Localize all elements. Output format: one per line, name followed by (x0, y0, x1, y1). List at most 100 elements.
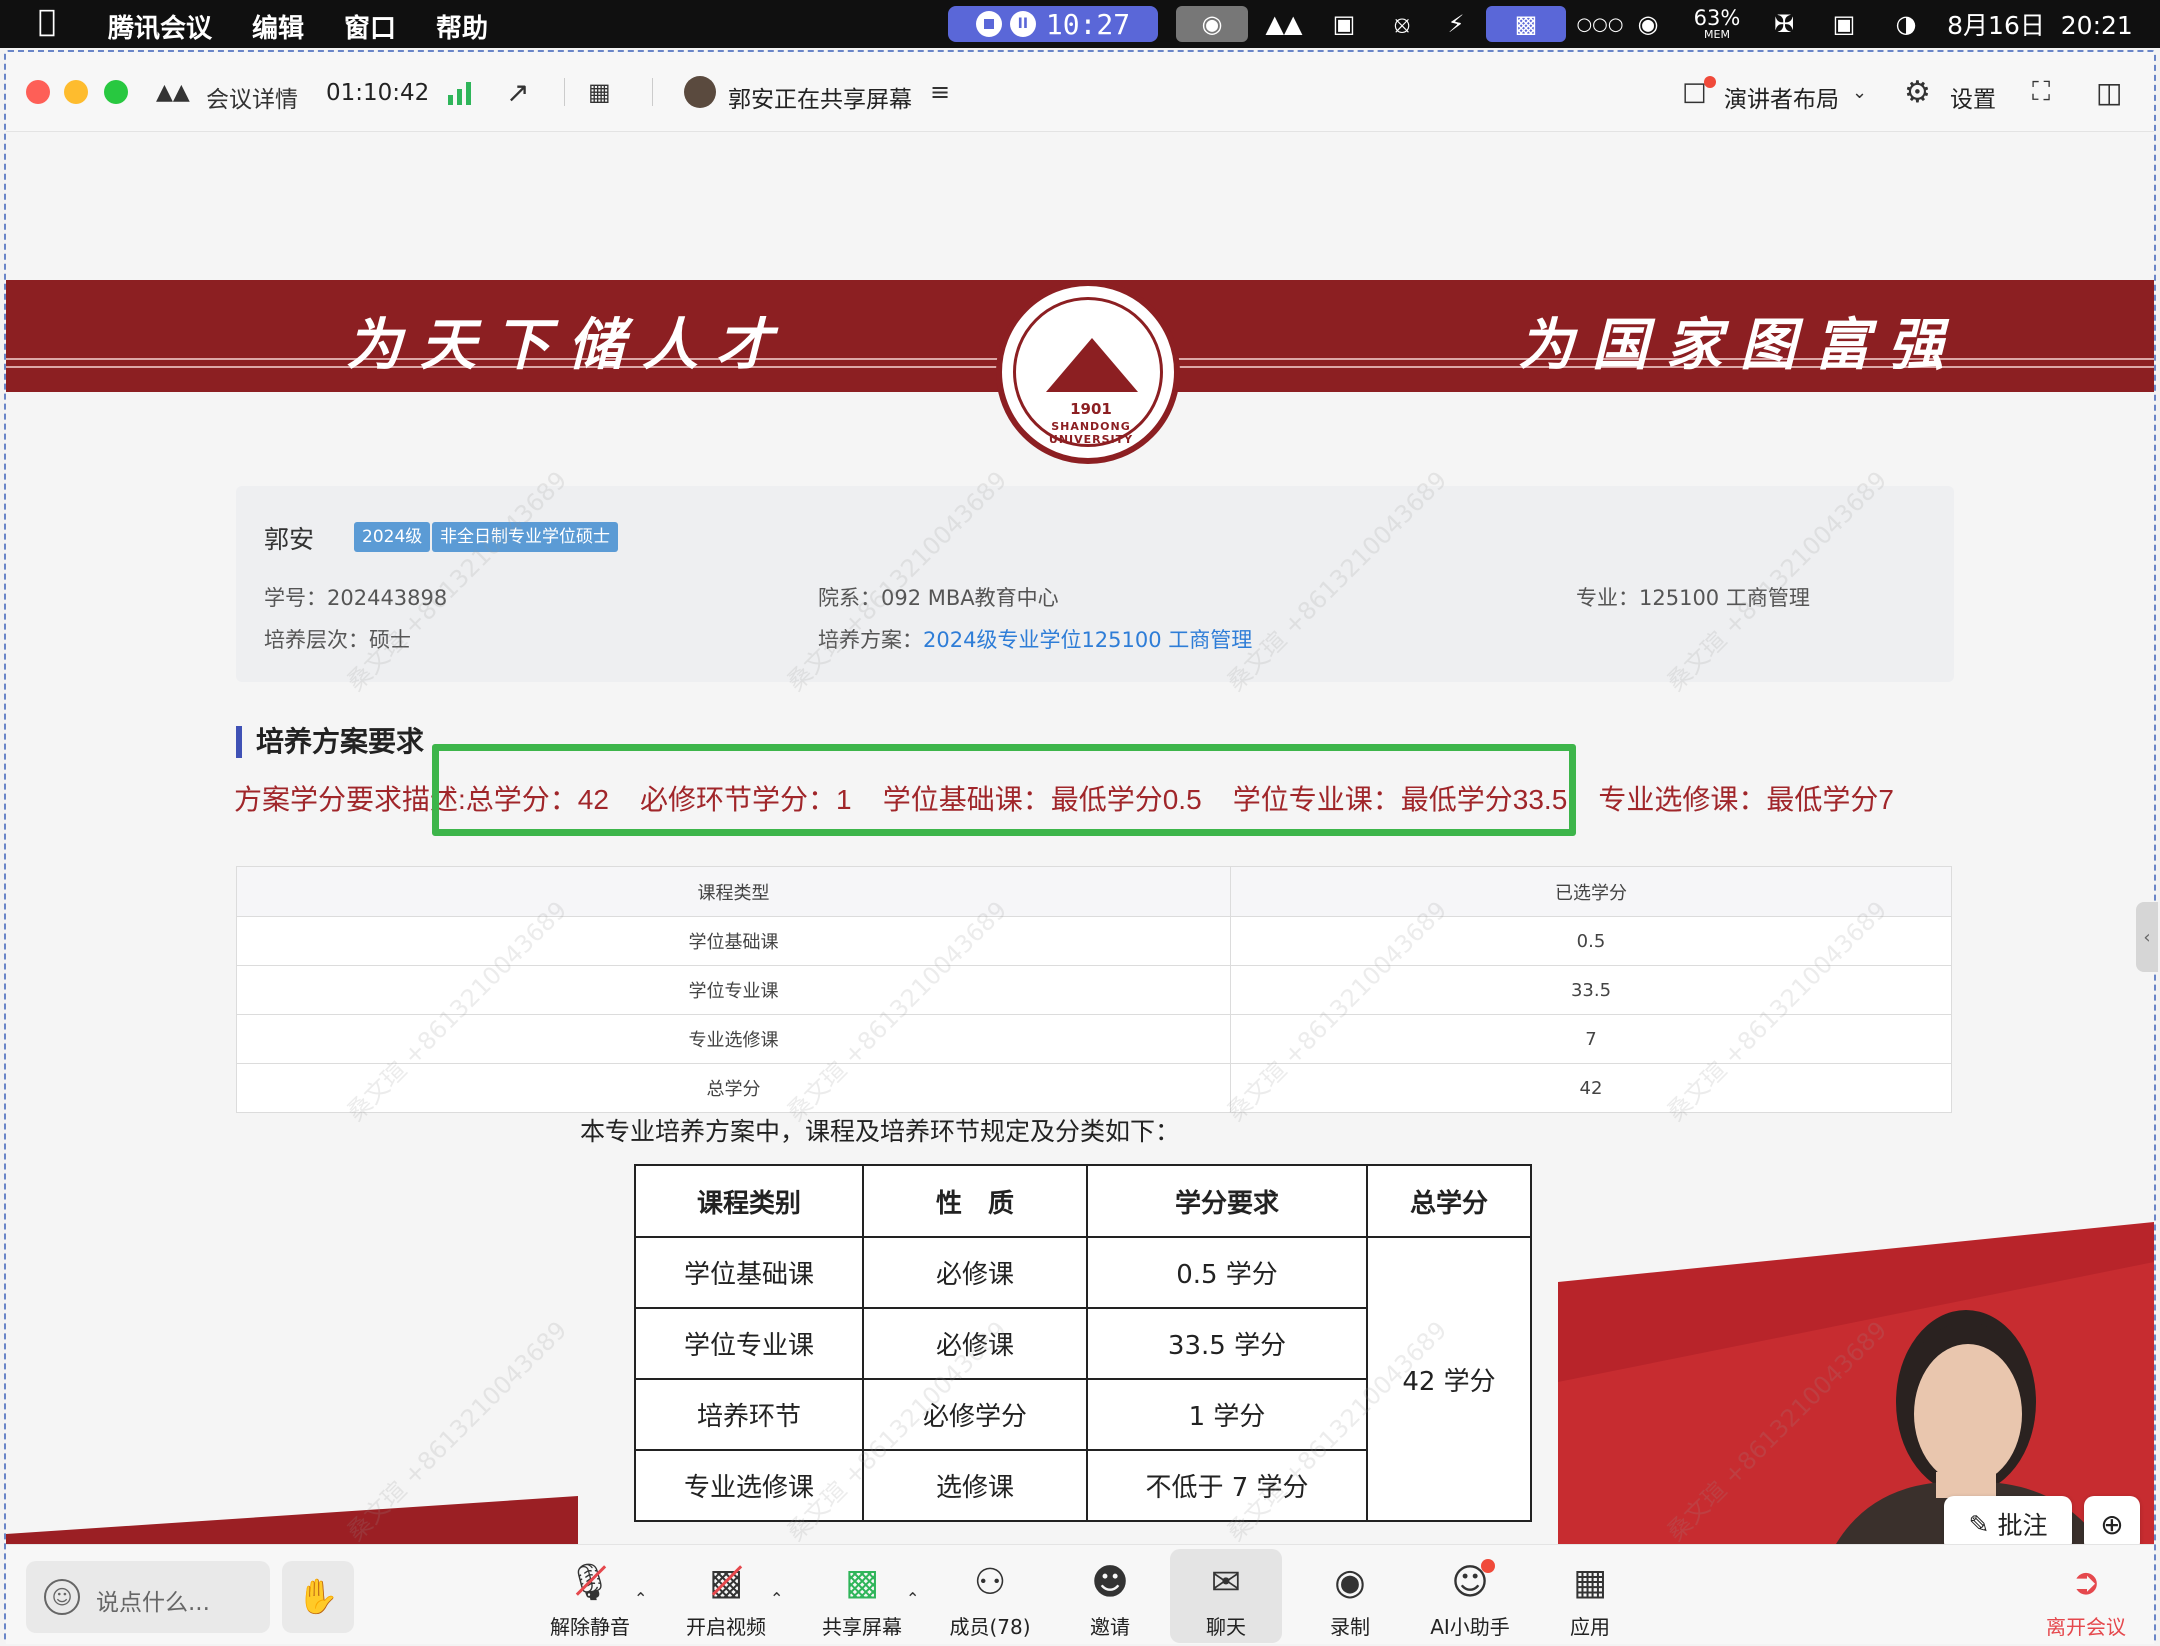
screen-mirror-icon[interactable]: ▣ (1322, 6, 1366, 42)
meeting-details-link[interactable]: 会议详情 (206, 80, 298, 114)
signal-strength-icon[interactable] (446, 74, 476, 110)
menu-edit[interactable]: 编辑 (252, 8, 304, 45)
category-cell: 培养环节 (634, 1378, 864, 1451)
shared-screen: 为天下储人才 为国家图富强 1901 SHANDONG UNIVERSITY 郭… (6, 132, 2154, 1544)
sidebar-toggle-icon[interactable]: ◫ (2096, 74, 2122, 110)
banner-left-slogan: 为天下储人才 (346, 312, 790, 378)
department: 院系：092 MBA教育中心 (818, 586, 1059, 610)
wechat-icon[interactable]: ◉ (1626, 6, 1670, 42)
mic-muted-icon: 🎙 (567, 1559, 613, 1605)
quick-chat-input[interactable]: ☺ 说点什么... (26, 1561, 270, 1633)
members-label: 成员(78) (949, 1615, 1031, 1639)
nature-cell: 选修课 (862, 1449, 1088, 1522)
gear-icon[interactable]: ⚙ (1904, 74, 1931, 110)
credits-cell: 33.5 (1230, 965, 1952, 1015)
layout-icon[interactable]: □ (1682, 74, 1716, 110)
credit-table-header: 课程类型 已选学分 (236, 866, 1952, 917)
slide-caption: 本专业培养方案中，课程及培养环节规定及分类如下： (580, 1117, 1181, 1146)
pen-icon: ✎ (1968, 1509, 1990, 1539)
requirement-cell: 0.5 学分 (1086, 1236, 1368, 1309)
sogou-input-icon[interactable]: ▣ (1824, 6, 1864, 42)
degree-type-tag: 非全日制专业学位硕士 (432, 522, 618, 552)
apps-button[interactable]: ▦ 应用 (1530, 1549, 1650, 1643)
total-credits-cell: 42 学分 (1366, 1236, 1532, 1522)
leave-meeting-button[interactable]: ➲ 离开会议 (2026, 1549, 2146, 1643)
tencent-meeting-logo-icon: ▲▲ (156, 79, 190, 105)
recording-timer-widget[interactable]: II 10:27 (948, 6, 1158, 42)
nature-cell: 必修学分 (862, 1378, 1088, 1451)
emoji-icon[interactable]: ☺ (44, 1579, 80, 1615)
training-plan-label: 培养方案： (818, 628, 923, 652)
presenter-avatar (684, 76, 716, 108)
tencent-meeting-tray-icon[interactable]: ▲▲ (1262, 6, 1306, 42)
layout-selector[interactable]: 演讲者布局 (1724, 80, 1839, 114)
audio-options-caret[interactable]: ⌃ (634, 1589, 647, 1608)
members-icon: ⚇ (973, 1561, 1007, 1603)
pause-icon[interactable]: II (1009, 11, 1036, 37)
camera-status-icon[interactable]: ◉ (1176, 6, 1248, 42)
settings-button[interactable]: 设置 (1950, 80, 1996, 114)
ai-assistant-icon: ☺ (1447, 1559, 1495, 1605)
invite-label: 邀请 (1090, 1615, 1130, 1639)
grade-tag: 2024级 (354, 522, 431, 552)
raise-hand-button[interactable]: ✋ (282, 1561, 354, 1633)
training-plan: 培养方案：2024级专业学位125100 工商管理 (818, 624, 1252, 654)
chevron-down-icon[interactable]: ⌄ (1852, 74, 1867, 110)
pinwheel-icon[interactable]: ✠ (1762, 6, 1806, 42)
seal-year: 1901 (1070, 400, 1112, 418)
video-options-caret[interactable]: ⌃ (770, 1589, 783, 1608)
slide-course-table: 课程类别 性 质 学分要求 总学分 学位基础课 必修课 0.5 学分 42 学分… (634, 1164, 1532, 1522)
screen-share-tray-icon[interactable]: ▩ (1486, 6, 1566, 42)
credits-cell: 7 (1230, 1014, 1952, 1064)
hand-icon: ✋ (296, 1577, 340, 1617)
bolt-icon[interactable]: ⚡ (1436, 6, 1476, 42)
slide-table-header: 课程类别 性 质 学分要求 总学分 (634, 1164, 1532, 1238)
annotate-button[interactable]: ✎ 批注 (1944, 1496, 2072, 1544)
close-window-button[interactable] (26, 80, 50, 104)
chat-button[interactable]: ✉ 聊天 (1170, 1549, 1282, 1643)
stop-icon[interactable] (975, 11, 1002, 37)
record-button[interactable]: ◉ 录制 (1290, 1549, 1410, 1643)
zoom-in-button[interactable]: ⊕ (2084, 1496, 2140, 1544)
macos-menu-bar:  腾讯会议 编辑 窗口 帮助 II 10:27 ◉ ▲▲ ▣ ⦻ ⚡ ▩ ○○… (0, 0, 2160, 48)
unmute-button[interactable]: 🎙 解除静音 (530, 1549, 650, 1643)
pop-out-icon[interactable]: ↗ (506, 74, 529, 110)
memory-indicator[interactable]: 63% MEM (1686, 6, 1748, 42)
zoom-window-button[interactable] (104, 80, 128, 104)
ai-assistant-button[interactable]: ☺ AI小助手 (1410, 1549, 1530, 1643)
annotate-label: 批注 (1997, 1511, 2048, 1540)
video-off-icon: ▩ (703, 1559, 749, 1605)
menubar-datetime[interactable]: 8月16日 20:21 (1940, 6, 2140, 42)
training-plan-link[interactable]: 2024级专业学位125100 工商管理 (923, 628, 1252, 652)
control-center-icon[interactable]: ◑ (1878, 6, 1934, 42)
captions-icon[interactable]: ▦ (588, 74, 611, 110)
menu-app-name[interactable]: 腾讯会议 (108, 8, 212, 45)
start-video-label: 开启视频 (686, 1615, 766, 1639)
menu-window[interactable]: 窗口 (344, 8, 396, 45)
compass-icon[interactable]: ⦻ (1380, 6, 1424, 42)
members-button[interactable]: ⚇ 成员(78) (930, 1549, 1050, 1643)
table-row: 学位基础课 必修课 0.5 学分 42 学分 (634, 1236, 1532, 1522)
ai-assistant-label: AI小助手 (1430, 1615, 1510, 1639)
apple-icon[interactable]:  (38, 4, 56, 39)
fullscreen-icon[interactable]: ⛶ (2032, 74, 2050, 110)
record-label: 录制 (1330, 1615, 1370, 1639)
minimize-window-button[interactable] (64, 80, 88, 104)
requirement-cell: 1 学分 (1086, 1378, 1368, 1451)
menu-help[interactable]: 帮助 (436, 8, 488, 45)
nature-cell: 必修课 (862, 1236, 1088, 1309)
invite-button[interactable]: ☻ 邀请 (1050, 1549, 1170, 1643)
add-user-icon: ☻ (1091, 1561, 1129, 1603)
side-panel-toggle[interactable]: ‹ (2136, 902, 2158, 972)
apps-grid-icon: ▦ (1572, 1561, 1607, 1603)
table-row: 总学分 42 (236, 1063, 1952, 1113)
share-screen-button[interactable]: ▩ 共享屏幕 (802, 1549, 922, 1643)
sharing-status: 郭安正在共享屏幕 (728, 87, 912, 113)
university-seal: 1901 SHANDONG UNIVERSITY (996, 280, 1180, 464)
more-dots-icon[interactable]: ○○○ (1576, 6, 1623, 42)
credit-table: 课程类型 已选学分 学位基础课 0.5 学位专业课 33.5 专业选修课 7 总学分 4… (236, 866, 1952, 1113)
share-options-icon[interactable]: ≡ (930, 74, 950, 110)
start-video-button[interactable]: ▩ 开启视频 (666, 1549, 786, 1643)
share-options-caret[interactable]: ⌃ (906, 1589, 919, 1608)
chat-icon: ✉ (1210, 1561, 1242, 1603)
